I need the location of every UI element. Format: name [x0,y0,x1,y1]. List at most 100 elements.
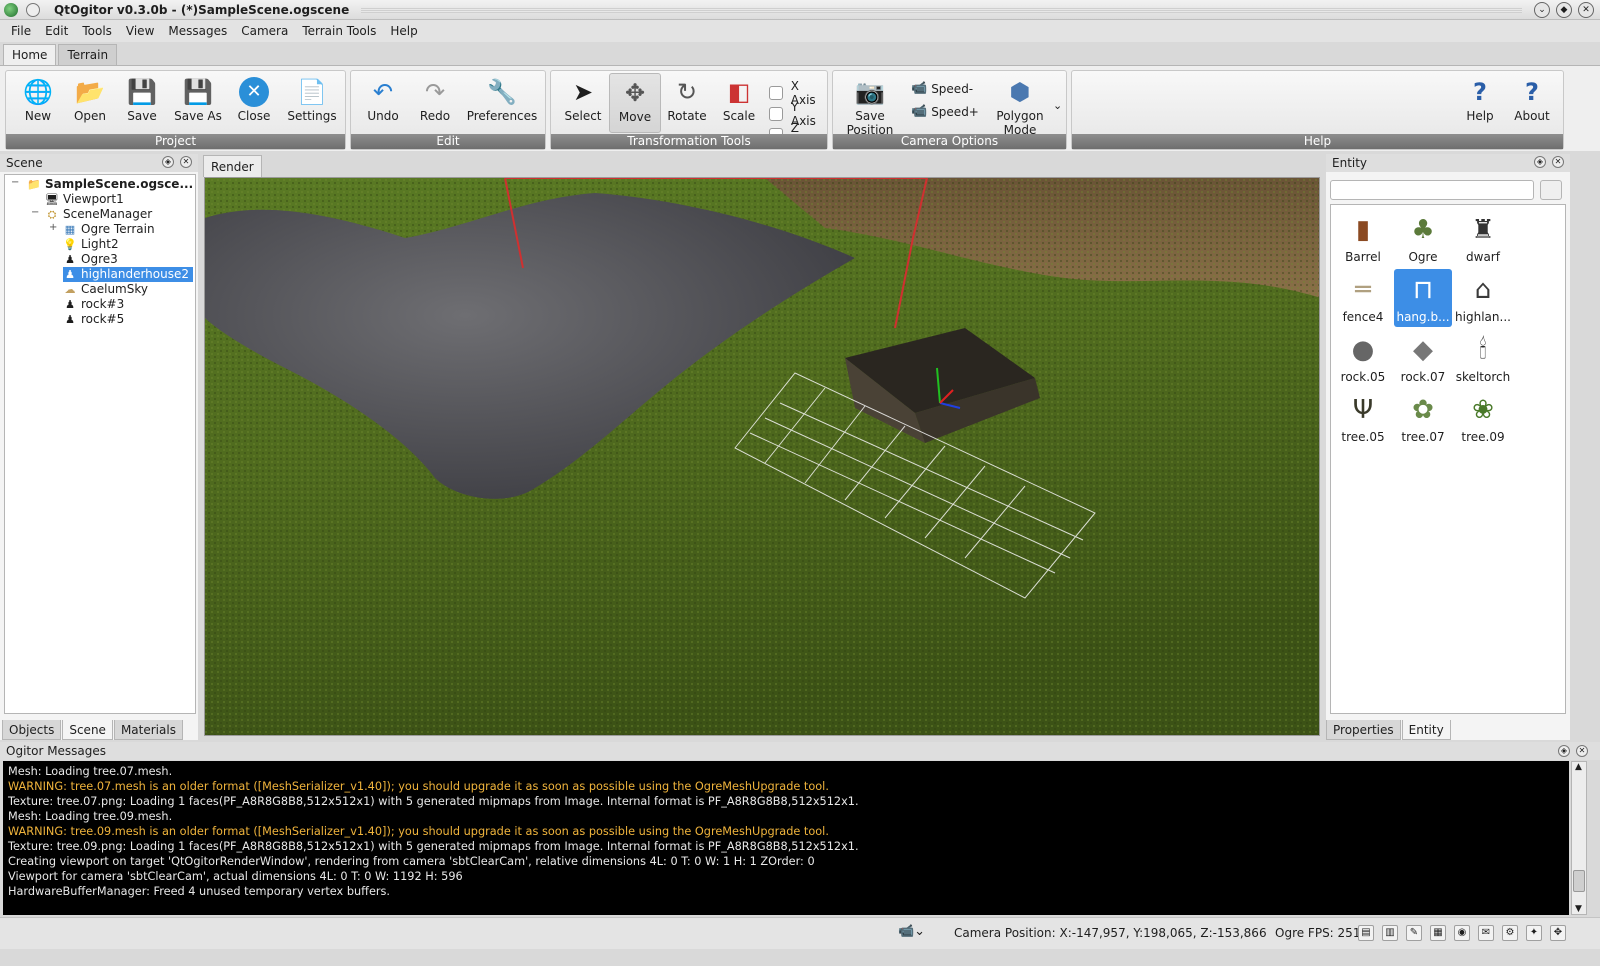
tab-objects[interactable]: Objects [2,720,62,740]
entity-tree07[interactable]: ✿ tree.07 [1394,389,1452,447]
tree-item-scenemanager[interactable]: ⛭ SceneManager [45,207,153,222]
chevron-down-icon[interactable]: ⌄ [1053,99,1062,112]
redo-button[interactable]: ↷ Redo [409,73,461,133]
tree-item-viewport[interactable]: 🖥 Viewport1 [45,192,124,207]
new-button[interactable]: 🌐 New [12,73,64,133]
tree-item-light[interactable]: 💡 Light2 [63,237,118,252]
open-button[interactable]: 📂 Open [64,73,116,133]
window-menu-button[interactable] [26,2,40,17]
tree-item-scene-file[interactable]: 📁 SampleScene.ogsce... [27,177,193,192]
select-button[interactable]: ➤ Select [557,73,609,133]
entity-filter-button[interactable] [1540,180,1562,200]
menu-file[interactable]: File [4,24,38,38]
layout-icon[interactable]: ▦ [1430,925,1446,941]
entity-dwarf[interactable]: ♜ dwarf [1454,209,1512,267]
settings-label: Settings [287,109,337,123]
menu-terrain-tools[interactable]: Terrain Tools [295,24,383,38]
messages-scrollbar[interactable]: ▲ ▼ [1571,761,1587,915]
move-arrows-icon[interactable]: ✥ [1550,925,1566,941]
tab-properties[interactable]: Properties [1326,720,1401,740]
menu-help[interactable]: Help [383,24,424,38]
close-window-button[interactable]: ✕ [1578,1,1594,18]
snap-icon[interactable]: ✦ [1526,925,1542,941]
messages-log[interactable]: Mesh: Loading tree.07.mesh. WARNING: tree… [3,761,1569,915]
entity-tree05[interactable]: Ψ tree.05 [1334,389,1392,447]
about-button[interactable]: ? About [1506,73,1558,133]
maximize-button[interactable]: ◆ [1556,1,1572,18]
tree-item-rock3[interactable]: ♟ rock#3 [63,297,124,312]
entity-fence4[interactable]: ═ fence4 [1334,269,1392,327]
camera-mode-icon[interactable]: 📹⌄ [898,924,925,939]
close-dock-icon[interactable]: ✕ [1552,156,1564,168]
tree-item-label: SceneManager [63,207,153,221]
entity-figure-icon: ♟ [65,297,75,311]
collapse-icon[interactable]: − [11,177,19,188]
speed-minus-button[interactable]: 📹 Speed- [911,81,973,96]
menu-tools[interactable]: Tools [75,24,119,38]
tab-render[interactable]: Render [203,155,262,177]
close-dock-icon[interactable]: ✕ [1576,745,1588,757]
tools-icon[interactable]: ✎ [1406,925,1422,941]
entity-highlander[interactable]: ⌂ highlan... [1454,269,1512,327]
help-group: ? Help ? About Help [1071,70,1564,150]
entity-label: tree.07 [1401,430,1445,444]
rotate-button[interactable]: ↻ Rotate [661,73,713,133]
tab-entity[interactable]: Entity [1401,720,1451,740]
tab-terrain[interactable]: Terrain [58,44,118,65]
undo-button[interactable]: ↶ Undo [357,73,409,133]
tree-item-terrain[interactable]: ▦ Ogre Terrain [63,222,155,237]
tab-home[interactable]: Home [3,44,57,65]
toolbar-toggle-icon[interactable]: ▤ [1358,925,1374,941]
float-dock-icon[interactable]: ◈ [1558,745,1570,757]
tree-item-label: SampleScene.ogsce... [45,177,194,191]
save-as-button[interactable]: 💾 Save As [172,73,224,133]
about-label: About [1514,109,1550,123]
entity-rock07[interactable]: ◆ rock.07 [1394,329,1452,387]
tree-item-rock5[interactable]: ♟ rock#5 [63,312,124,327]
entity-skeltorch[interactable]: 🕯 skeltorch [1454,329,1512,387]
entity-search-input[interactable] [1330,180,1534,200]
expand-icon[interactable]: + [49,222,57,233]
render-viewport[interactable] [204,177,1320,736]
collapse-icon[interactable]: − [31,207,39,218]
polygon-mode-button[interactable]: ⬢ Polygon Mode [991,73,1049,137]
tree-item-label: rock#5 [81,312,125,326]
tab-materials[interactable]: Materials [113,720,183,740]
scale-button[interactable]: ◧ Scale [713,73,765,133]
close-dock-icon[interactable]: ✕ [180,156,192,168]
save-position-button[interactable]: 📷 Save Position [839,73,901,137]
save-button[interactable]: 💾 Save [116,73,168,133]
message-line: Mesh: Loading tree.07.mesh. [8,765,173,778]
entity-tree09[interactable]: ❀ tree.09 [1454,389,1512,447]
tree-item-caelumsky[interactable]: ☁ CaelumSky [63,282,148,297]
entity-barrel[interactable]: ▮ Barrel [1334,209,1392,267]
stats-chart-icon[interactable]: ▥ [1382,925,1398,941]
help-group-title: Help [1072,134,1563,149]
scroll-thumb[interactable] [1573,870,1585,892]
tree-item-highlanderhouse[interactable]: ♟ highlanderhouse2 [63,267,193,282]
menu-camera[interactable]: Camera [234,24,295,38]
tab-scene[interactable]: Scene [62,720,113,740]
scroll-down-icon[interactable]: ▼ [1575,904,1582,914]
float-dock-icon[interactable]: ◈ [162,156,174,168]
scroll-up-icon[interactable]: ▲ [1575,762,1582,772]
menu-view[interactable]: View [119,24,161,38]
menu-messages[interactable]: Messages [161,24,234,38]
minimize-button[interactable]: ⌄ [1534,1,1550,18]
speed-plus-button[interactable]: 📹 Speed+ [911,104,979,119]
tree-item-ogre[interactable]: ♟ Ogre3 [63,252,118,267]
menu-edit[interactable]: Edit [38,24,75,38]
settings-button[interactable]: 📄 Settings [284,73,340,133]
help-button[interactable]: ? Help [1454,73,1506,133]
entity-rock05[interactable]: ● rock.05 [1334,329,1392,387]
floppy-disk-icon: 💾 [127,78,157,106]
script-icon[interactable]: ⚙ [1502,925,1518,941]
float-dock-icon[interactable]: ◈ [1534,156,1546,168]
entity-ogre[interactable]: ♣ Ogre [1394,209,1452,267]
entity-hang-bridge[interactable]: ⊓ hang.b... [1394,269,1452,327]
move-button[interactable]: ✥ Move [609,73,661,133]
preferences-button[interactable]: 🔧 Preferences [463,73,541,133]
close-button[interactable]: ✕ Close [228,73,280,133]
globe-icon[interactable]: ◉ [1454,925,1470,941]
note-icon[interactable]: ✉ [1478,925,1494,941]
